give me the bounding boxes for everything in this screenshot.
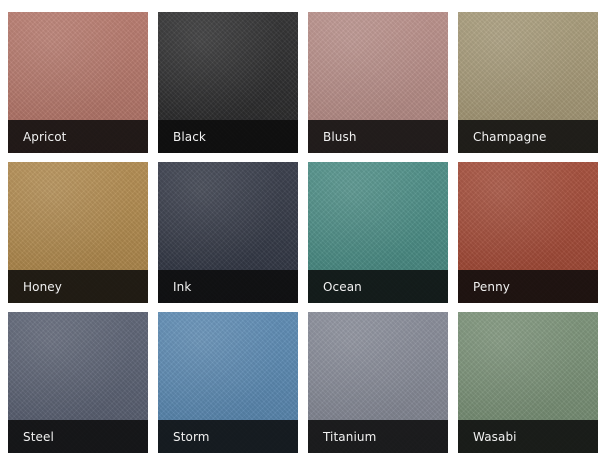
swatch-label: Steel: [23, 429, 54, 444]
swatch-champagne[interactable]: Champagne: [458, 12, 598, 153]
swatch-label: Ink: [173, 279, 192, 294]
swatch-caption: Ink: [158, 270, 298, 303]
swatch-label: Wasabi: [473, 429, 517, 444]
swatch-black[interactable]: Black: [158, 12, 298, 153]
swatch-caption: Black: [158, 120, 298, 153]
swatch-ink[interactable]: Ink: [158, 162, 298, 303]
swatch-caption: Champagne: [458, 120, 598, 153]
swatch-penny[interactable]: Penny: [458, 162, 598, 303]
swatch-label: Storm: [173, 429, 210, 444]
swatch-caption: Apricot: [8, 120, 148, 153]
swatch-wasabi[interactable]: Wasabi: [458, 312, 598, 453]
swatch-caption: Storm: [158, 420, 298, 453]
swatch-label: Apricot: [23, 129, 67, 144]
swatch-caption: Titanium: [308, 420, 448, 453]
swatch-ocean[interactable]: Ocean: [308, 162, 448, 303]
swatch-caption: Wasabi: [458, 420, 598, 453]
swatch-label: Blush: [323, 129, 357, 144]
swatch-honey[interactable]: Honey: [8, 162, 148, 303]
swatch-label: Ocean: [323, 279, 362, 294]
swatch-label: Titanium: [323, 429, 377, 444]
swatch-label: Black: [173, 129, 206, 144]
swatch-caption: Penny: [458, 270, 598, 303]
swatch-caption: Steel: [8, 420, 148, 453]
swatch-blush[interactable]: Blush: [308, 12, 448, 153]
swatch-label: Penny: [473, 279, 511, 294]
swatch-caption: Blush: [308, 120, 448, 153]
swatch-apricot[interactable]: Apricot: [8, 12, 148, 153]
swatch-storm[interactable]: Storm: [158, 312, 298, 453]
swatch-caption: Ocean: [308, 270, 448, 303]
swatch-titanium[interactable]: Titanium: [308, 312, 448, 453]
swatch-steel[interactable]: Steel: [8, 312, 148, 453]
swatch-label: Champagne: [473, 129, 547, 144]
swatch-label: Honey: [23, 279, 62, 294]
swatch-caption: Honey: [8, 270, 148, 303]
swatch-grid: Apricot Black Blush Champagne Honey Ink …: [8, 12, 598, 453]
